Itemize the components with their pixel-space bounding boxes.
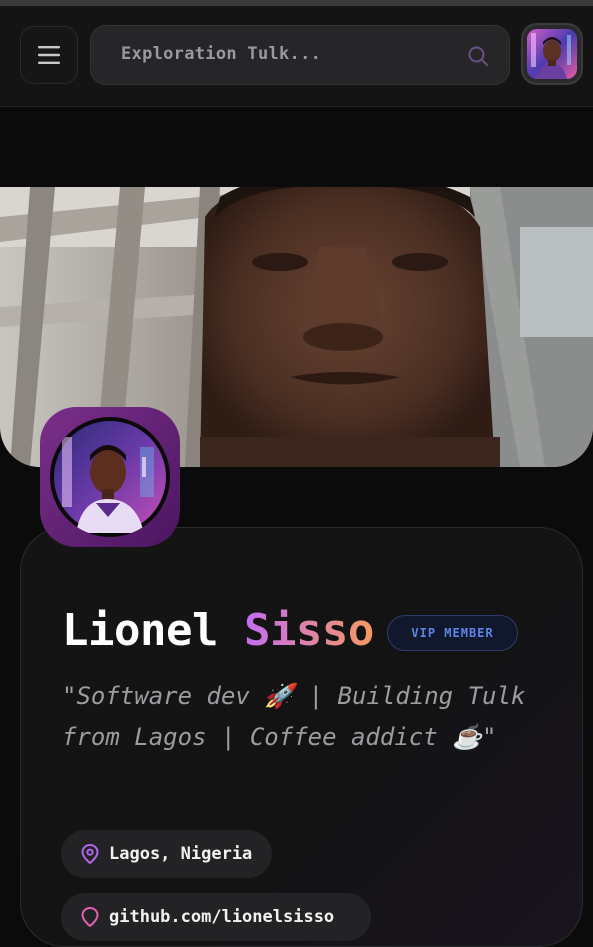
- location-text: Lagos, Nigeria: [109, 844, 253, 864]
- user-avatar-button[interactable]: [521, 23, 583, 85]
- menu-button[interactable]: [20, 26, 78, 84]
- first-name: Lionel: [62, 605, 218, 656]
- avatar: [527, 29, 577, 79]
- profile-avatar[interactable]: [40, 407, 180, 547]
- avatar: [54, 421, 166, 533]
- search-input[interactable]: Exploration Tulk...: [90, 25, 510, 85]
- link-text[interactable]: github.com/lionelsisso: [109, 907, 334, 927]
- location-chip: Lagos, Nigeria: [61, 830, 273, 878]
- search-placeholder: Exploration Tulk...: [121, 44, 322, 64]
- profile-name: Lionel Sisso: [62, 603, 374, 659]
- app-header: Exploration Tulk...: [0, 6, 593, 107]
- search-icon[interactable]: [467, 45, 489, 67]
- vip-badge: VIP MEMBER: [387, 615, 518, 651]
- profile-bio: "Software dev 🚀 | Building Tulk from Lag…: [62, 682, 526, 751]
- menu-icon: [38, 46, 60, 64]
- link-icon: [81, 907, 99, 927]
- location-pin-icon: [81, 844, 99, 864]
- link-chip[interactable]: github.com/lionelsisso: [61, 893, 371, 941]
- last-name: Sisso: [243, 605, 374, 656]
